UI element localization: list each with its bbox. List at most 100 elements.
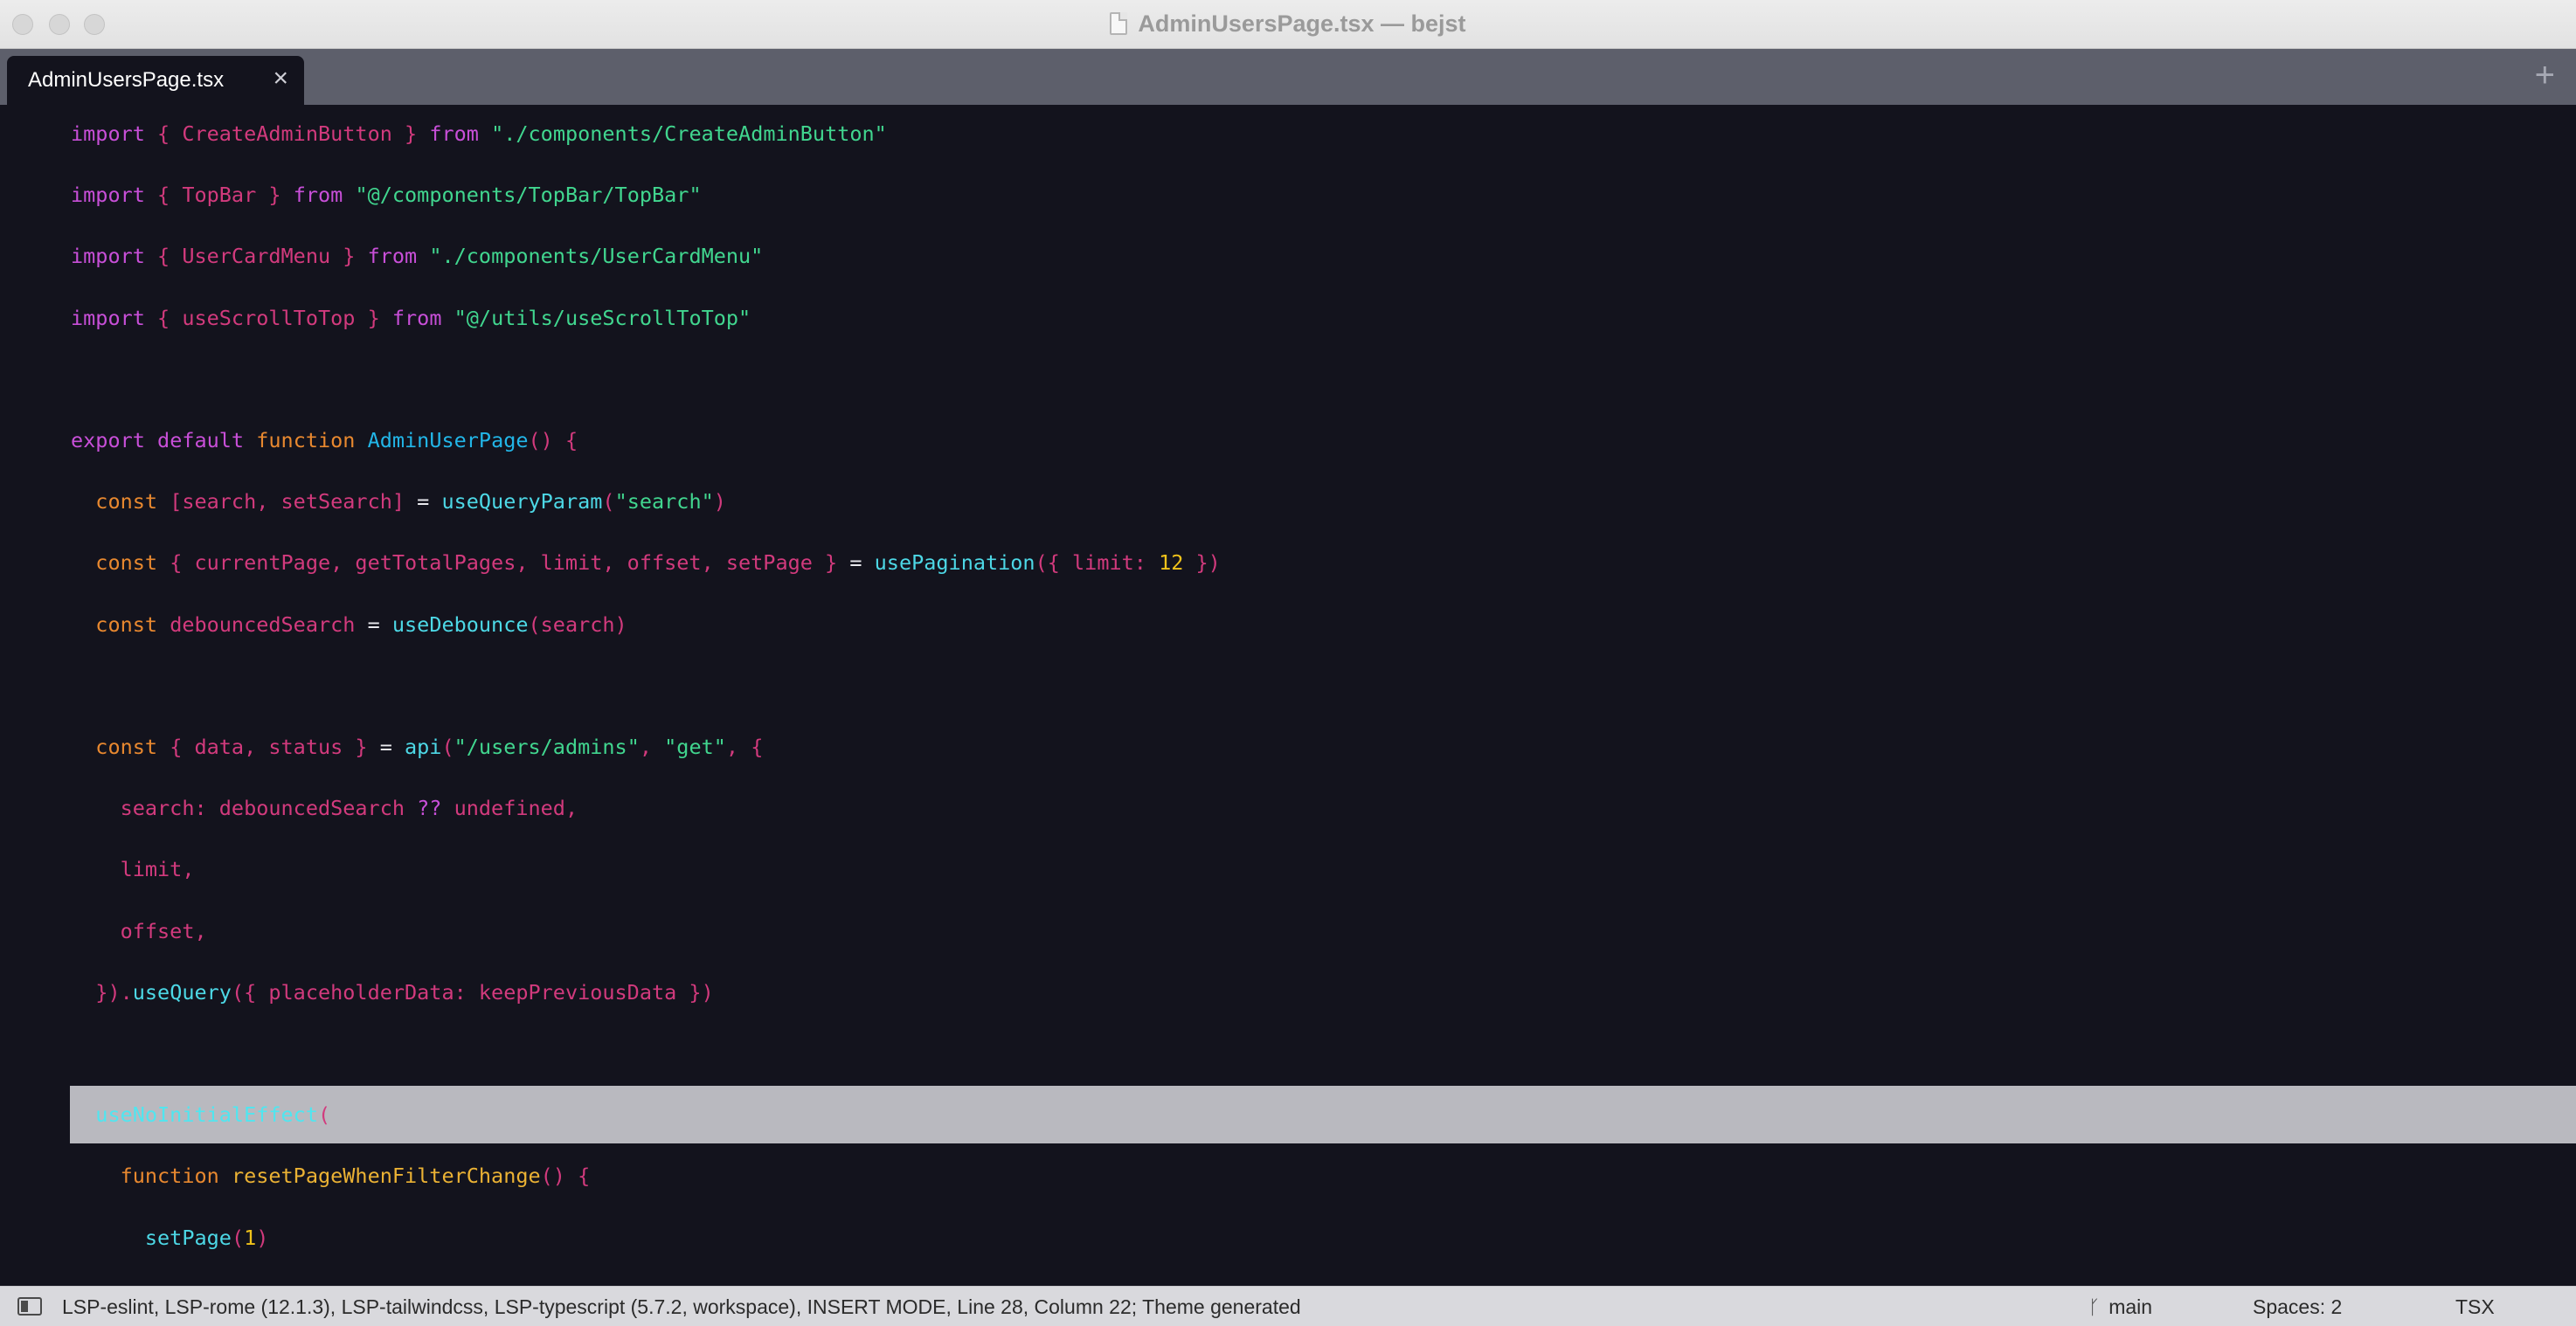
code-token: ( — [231, 1225, 245, 1250]
code-token: import — [71, 183, 145, 208]
code-text: const [search, setSearch] = useQueryPara… — [71, 473, 726, 530]
code-line[interactable]: const { data, status } = api("/users/adm… — [0, 718, 2576, 776]
code-token: useScrollToTop — [182, 305, 356, 330]
code-token: () { — [528, 428, 578, 452]
git-branch-indicator[interactable]: ᚴ main — [2088, 1295, 2152, 1319]
code-line[interactable] — [0, 657, 2576, 715]
code-token: TopBar — [182, 183, 257, 208]
code-token: { currentPage, getTotalPages, limit, off… — [157, 550, 850, 576]
code-token: debouncedSearch — [157, 611, 368, 637]
code-line[interactable]: offset, — [0, 902, 2576, 960]
code-token: useNoInitialEffect — [95, 1102, 318, 1128]
code-token: import — [71, 305, 145, 330]
tab-adminuserspage[interactable]: AdminUsersPage.tsx × — [7, 56, 304, 105]
code-line[interactable]: import { TopBar } from "@/components/Top… — [0, 166, 2576, 224]
code-token: { — [144, 305, 183, 330]
code-token: "search" — [614, 489, 714, 515]
code-token: ({ limit: — [1035, 550, 1160, 576]
code-text: import { UserCardMenu } from "./componen… — [71, 227, 763, 285]
code-token: ) — [713, 489, 726, 515]
syntax-selector[interactable]: TSX — [2455, 1295, 2495, 1319]
code-line[interactable]: }).useQuery({ placeholderData: keepPrevi… — [0, 963, 2576, 1021]
code-token: = — [379, 735, 405, 759]
code-line[interactable]: const debouncedSearch = useDebounce(sear… — [0, 596, 2576, 653]
status-info: LSP-eslint, LSP-rome (12.1.3), LSP-tailw… — [62, 1295, 1301, 1318]
code-token: import — [71, 121, 145, 146]
code-token: 1 — [244, 1225, 257, 1250]
code-token: limit, — [120, 857, 195, 882]
code-line[interactable]: export default function AdminUserPage() … — [0, 411, 2576, 469]
code-token: }) — [1183, 550, 1221, 576]
code-line[interactable]: import { UserCardMenu } from "./componen… — [0, 227, 2576, 285]
new-tab-button[interactable]: + — [2535, 54, 2555, 96]
code-token: "./components/CreateAdminButton" — [491, 121, 887, 146]
code-line[interactable]: import { CreateAdminButton } from "./com… — [0, 105, 2576, 162]
code-token: [search, setSearch] — [157, 489, 418, 515]
code-line[interactable]: setPage(1) — [0, 1209, 2576, 1267]
code-token: resetPageWhenFilterChange — [231, 1164, 541, 1189]
code-token: useDebounce — [391, 611, 529, 637]
code-token: useQuery — [132, 979, 232, 1005]
code-line[interactable] — [0, 350, 2576, 408]
code-text: offset, — [71, 902, 207, 960]
code-token: ( — [602, 489, 615, 515]
code-line[interactable]: limit, — [0, 840, 2576, 898]
code-text: const debouncedSearch = useDebounce(sear… — [71, 596, 627, 653]
code-token: (search) — [528, 611, 627, 637]
code-editor[interactable]: import { CreateAdminButton } from "./com… — [0, 105, 2576, 1286]
code-text: const { currentPage, getTotalPages, limi… — [71, 534, 1221, 591]
code-text: }, — [71, 1270, 145, 1286]
code-token: "@/components/TopBar/TopBar" — [355, 183, 702, 208]
code-line[interactable] — [0, 1025, 2576, 1082]
code-line[interactable]: const { currentPage, getTotalPages, limi… — [0, 534, 2576, 591]
code-line[interactable]: import { useScrollToTop } from "@/utils/… — [0, 289, 2576, 347]
code-token: usePagination — [874, 550, 1035, 576]
tab-label: AdminUsersPage.tsx — [28, 68, 225, 92]
code-token: { — [144, 121, 183, 146]
code-token: { data, status } — [157, 735, 380, 759]
code-token: } — [355, 305, 392, 330]
code-token: const — [95, 489, 158, 515]
git-branch-icon: ᚴ — [2088, 1295, 2101, 1318]
code-text: export default function AdminUserPage() … — [71, 411, 578, 469]
status-bar: LSP-eslint, LSP-rome (12.1.3), LSP-tailw… — [0, 1286, 2576, 1326]
code-token: , — [639, 735, 665, 759]
code-token: } — [330, 244, 368, 269]
code-token: ) — [256, 1225, 269, 1250]
code-token: } — [256, 183, 294, 208]
code-line[interactable]: search: debouncedSearch ?? undefined, — [0, 779, 2576, 837]
code-text: const { data, status } = api("/users/adm… — [71, 718, 763, 776]
code-line[interactable]: useNoInitialEffect( — [0, 1086, 2576, 1144]
code-line[interactable]: }, — [0, 1270, 2576, 1286]
code-token: search: debouncedSearch — [120, 796, 418, 821]
code-line[interactable]: const [search, setSearch] = useQueryPara… — [0, 473, 2576, 530]
document-icon — [1110, 12, 1128, 35]
sidebar-toggle-icon[interactable] — [17, 1297, 42, 1316]
code-token: setPage — [144, 1225, 232, 1250]
code-token: offset, — [120, 918, 207, 943]
indentation-setting[interactable]: Spaces: 2 — [2253, 1295, 2342, 1319]
code-token: } — [391, 121, 430, 146]
code-token: from — [429, 121, 479, 146]
code-token: "./components/UserCardMenu" — [429, 244, 764, 269]
code-token: const — [95, 735, 158, 759]
code-token: UserCardMenu — [182, 244, 331, 269]
close-tab-icon[interactable]: × — [273, 66, 288, 92]
code-token: undefined, — [454, 796, 578, 821]
code-line[interactable]: function resetPageWhenFilterChange() { — [0, 1147, 2576, 1205]
code-text: search: debouncedSearch ?? undefined, — [71, 779, 578, 837]
tab-bar: AdminUsersPage.tsx × + — [0, 49, 2576, 105]
code-token: default — [157, 428, 245, 452]
code-token: from — [367, 244, 418, 269]
code-token: function — [256, 428, 356, 452]
